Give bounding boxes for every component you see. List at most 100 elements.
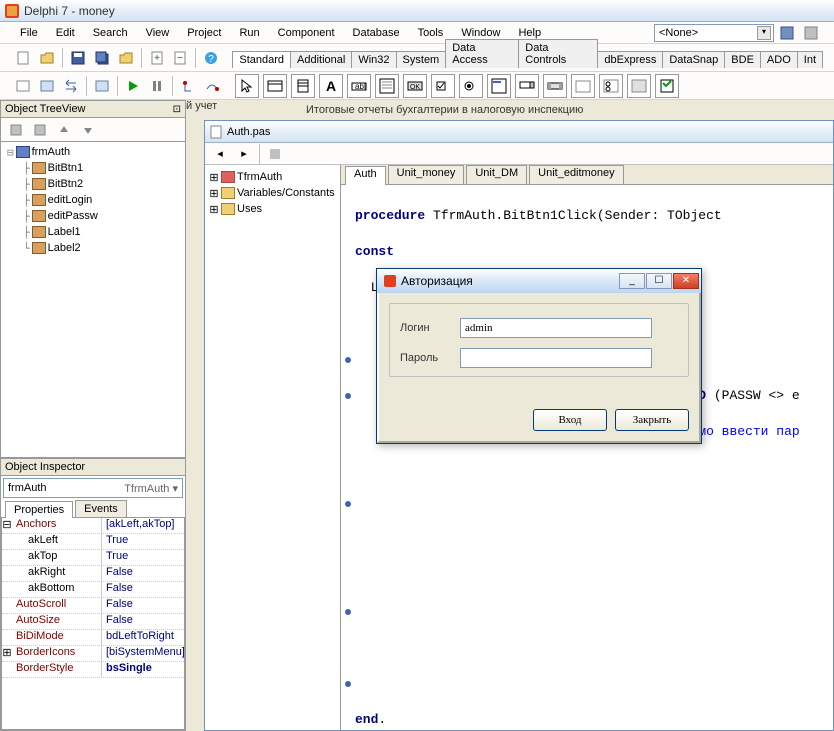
tree-item[interactable]: ├editLogin — [3, 192, 183, 208]
inspector-tab-events[interactable]: Events — [75, 500, 127, 517]
ed-fwd-button[interactable]: ▸ — [233, 143, 255, 165]
save-button[interactable] — [67, 47, 89, 69]
tree-tb-4[interactable] — [77, 119, 99, 141]
maximize-button[interactable]: ☐ — [646, 273, 672, 289]
tree-root[interactable]: ⊟frmAuth — [3, 144, 183, 160]
edit-component[interactable]: ab| — [347, 74, 371, 98]
view-form-button[interactable] — [36, 75, 58, 97]
struct-item[interactable]: ⊞TfrmAuth — [209, 169, 336, 185]
tree-item[interactable]: ├BitBtn2 — [3, 176, 183, 192]
palette-tab-int[interactable]: Int — [797, 51, 823, 68]
unit-tabs: Auth Unit_money Unit_DM Unit_editmoney — [341, 165, 833, 185]
unit-tab-money[interactable]: Unit_money — [388, 165, 465, 184]
tree-item[interactable]: ├BitBtn1 — [3, 160, 183, 176]
palette-tab-datasnap[interactable]: DataSnap — [662, 51, 725, 68]
svg-text:OK: OK — [410, 84, 420, 91]
object-treeview-title: Object TreeView ⊡ — [0, 100, 186, 118]
mainmenu-component[interactable] — [263, 74, 287, 98]
unit-tab-dm[interactable]: Unit_DM — [466, 165, 527, 184]
pause-button[interactable] — [146, 75, 168, 97]
trace-into-button[interactable] — [177, 75, 199, 97]
palette-tab-system[interactable]: System — [396, 51, 447, 68]
unit-tab-auth[interactable]: Auth — [345, 166, 386, 185]
delete-desktop-button[interactable] — [800, 22, 822, 44]
svg-text:−: − — [178, 53, 184, 64]
inspector-component-combo[interactable]: frmAuth TfrmAuth ▾ — [3, 478, 183, 498]
add-file-button[interactable]: + — [146, 47, 168, 69]
minimize-button[interactable]: _ — [619, 273, 645, 289]
struct-item[interactable]: ⊞Variables/Constants — [209, 185, 336, 201]
memo-component[interactable] — [375, 74, 399, 98]
scrollbar-component[interactable] — [543, 74, 567, 98]
toggle-form-unit-button[interactable] — [60, 75, 82, 97]
close-dialog-button[interactable]: Закрыть — [615, 409, 689, 431]
palette-tab-ado[interactable]: ADO — [760, 51, 798, 68]
button-component[interactable]: OK — [403, 74, 427, 98]
radiogroup-component[interactable] — [599, 74, 623, 98]
save-desktop-button[interactable] — [776, 22, 798, 44]
open-button[interactable] — [36, 47, 58, 69]
label-component[interactable]: A — [319, 74, 343, 98]
ed-btn-3[interactable] — [264, 143, 286, 165]
help-button[interactable]: ? — [200, 47, 222, 69]
struct-item[interactable]: ⊞Uses — [209, 201, 336, 217]
password-input[interactable] — [460, 348, 652, 368]
property-grid[interactable]: ⊟Anchors[akLeft,akTop] akLeftTrue akTopT… — [1, 518, 185, 730]
step-over-button[interactable] — [201, 75, 223, 97]
menu-project[interactable]: Project — [179, 25, 229, 41]
menu-database[interactable]: Database — [345, 25, 408, 41]
palette-tab-win32[interactable]: Win32 — [351, 51, 396, 68]
inspector-tabs: Properties Events — [1, 500, 185, 518]
palette-tab-dbexpress[interactable]: dbExpress — [597, 51, 663, 68]
object-inspector-title: Object Inspector — [0, 458, 186, 476]
palette-tab-standard[interactable]: Standard — [232, 51, 291, 68]
desktop-combo[interactable]: <None> ▾ — [654, 24, 774, 42]
menu-view[interactable]: View — [138, 25, 178, 41]
palette-tab-bde[interactable]: BDE — [724, 51, 761, 68]
radio-component[interactable] — [459, 74, 483, 98]
open-project-button[interactable] — [115, 47, 137, 69]
tree-item[interactable]: ├editPassw — [3, 208, 183, 224]
new-form-button[interactable] — [91, 75, 113, 97]
auth-titlebar[interactable]: Авторизация _ ☐ ✕ — [377, 269, 701, 293]
pointer-icon[interactable] — [235, 74, 259, 98]
palette-tab-datacontrols[interactable]: Data Controls — [518, 39, 598, 68]
structure-tree[interactable]: ⊞TfrmAuth ⊞Variables/Constants ⊞Uses — [205, 165, 341, 730]
tree-tb-3[interactable] — [53, 119, 75, 141]
password-label: Пароль — [400, 352, 460, 364]
remove-file-button[interactable]: − — [170, 47, 192, 69]
menu-component[interactable]: Component — [270, 25, 343, 41]
panel-component[interactable] — [627, 74, 651, 98]
palette-tab-dataaccess[interactable]: Data Access — [445, 39, 519, 68]
run-button[interactable] — [122, 75, 144, 97]
inspector-tab-properties[interactable]: Properties — [5, 501, 73, 518]
checkbox-component[interactable] — [431, 74, 455, 98]
actionlist-component[interactable] — [655, 74, 679, 98]
groupbox-component[interactable] — [571, 74, 595, 98]
save-all-button[interactable] — [91, 47, 113, 69]
login-button[interactable]: Вход — [533, 409, 607, 431]
pin-icon[interactable]: ⊡ — [173, 104, 181, 115]
popupmenu-component[interactable] — [291, 74, 315, 98]
menu-search[interactable]: Search — [85, 25, 136, 41]
listbox-component[interactable] — [487, 74, 511, 98]
ed-back-button[interactable]: ◂ — [209, 143, 231, 165]
unit-tab-editmoney[interactable]: Unit_editmoney — [529, 165, 623, 184]
tree-item[interactable]: └Label2 — [3, 240, 183, 256]
tree-tb-2[interactable] — [29, 119, 51, 141]
view-unit-button[interactable] — [12, 75, 34, 97]
login-input[interactable] — [460, 318, 652, 338]
close-button[interactable]: ✕ — [673, 273, 699, 289]
menubar: File Edit Search View Project Run Compon… — [0, 22, 834, 44]
palette-tab-additional[interactable]: Additional — [290, 51, 352, 68]
menu-edit[interactable]: Edit — [48, 25, 83, 41]
code-editor[interactable]: procedure TfrmAuth.BitBtn1Click(Sender: … — [341, 185, 833, 730]
tree-tb-1[interactable] — [5, 119, 27, 141]
report-title: Итоговые отчеты бухгалтерии в налоговую … — [306, 100, 834, 122]
combobox-component[interactable] — [515, 74, 539, 98]
menu-run[interactable]: Run — [231, 25, 267, 41]
unit-icon — [209, 125, 223, 139]
new-button[interactable] — [12, 47, 34, 69]
menu-file[interactable]: File — [12, 25, 46, 41]
tree-item[interactable]: ├Label1 — [3, 224, 183, 240]
